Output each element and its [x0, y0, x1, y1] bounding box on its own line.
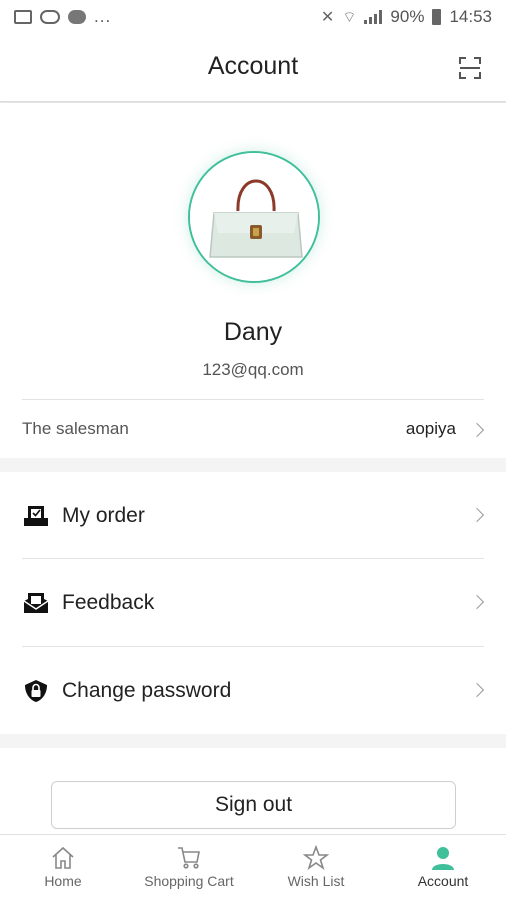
tab-shopping-cart[interactable]: Shopping Cart [126, 835, 252, 900]
user-email: 123@qq.com [202, 360, 304, 379]
tab-label-shopping-cart: Shopping Cart [144, 873, 234, 889]
bottom-nav: Home Shopping Cart Wish List Account [0, 834, 506, 900]
battery-icon [432, 9, 442, 25]
scan-icon[interactable] [458, 56, 482, 80]
chat-bubble-icon [68, 10, 86, 24]
chevron-right-icon [469, 594, 485, 610]
battery-percent: 90% [390, 7, 425, 26]
app-header: Account [0, 34, 506, 102]
tab-label-account: Account [417, 873, 469, 889]
lock-icon [25, 680, 47, 702]
wechat-icon [40, 10, 60, 24]
signal-icon [364, 10, 383, 24]
account-menu: My order Feedback Change password [0, 472, 506, 734]
sign-out-button[interactable]: Sign out [51, 781, 456, 829]
star-icon [303, 845, 329, 871]
menu-label-change-password: Change password [62, 679, 232, 702]
status-right: ✕ ⌔ 90% 14:53 [321, 7, 492, 27]
mute-icon: ✕ [320, 9, 335, 26]
salesman-row[interactable]: The salesman aopiya [0, 401, 506, 457]
signout-section: Sign out [0, 748, 506, 834]
order-icon [24, 506, 48, 526]
salesman-value: aopiya [405, 419, 456, 438]
home-icon [52, 846, 74, 869]
chevron-right-icon [469, 682, 485, 698]
menu-item-feedback[interactable]: Feedback [0, 559, 506, 646]
tab-account[interactable]: Account [380, 835, 506, 900]
feedback-icon [23, 593, 49, 613]
handbag-image [190, 153, 318, 281]
salesman-label: The salesman [22, 419, 129, 438]
page-title: Account [207, 52, 299, 80]
status-more: ... [94, 7, 112, 26]
tab-label-home: Home [44, 873, 82, 889]
profile-divider [22, 399, 484, 400]
user-name: Dany [223, 318, 283, 346]
person-icon [432, 847, 454, 870]
tab-wish-list[interactable]: Wish List [253, 835, 379, 900]
tab-home[interactable]: Home [0, 835, 126, 900]
image-icon [14, 10, 32, 24]
clock: 14:53 [449, 7, 492, 26]
menu-label-my-order: My order [62, 504, 145, 527]
tab-label-wish-list: Wish List [287, 873, 345, 889]
chevron-right-icon [469, 507, 485, 523]
chevron-right-icon [469, 422, 485, 438]
wifi-icon: ⌔ [342, 8, 357, 26]
profile-card: Dany 123@qq.com The salesman aopiya [0, 103, 506, 458]
menu-item-change-password[interactable]: Change password [0, 647, 506, 734]
avatar[interactable] [188, 151, 320, 283]
menu-label-feedback: Feedback [62, 591, 155, 614]
cart-icon [178, 847, 200, 869]
status-left: ... [14, 7, 111, 27]
menu-item-my-order[interactable]: My order [0, 472, 506, 559]
status-bar: ... ✕ ⌔ 90% 14:53 [0, 0, 506, 34]
